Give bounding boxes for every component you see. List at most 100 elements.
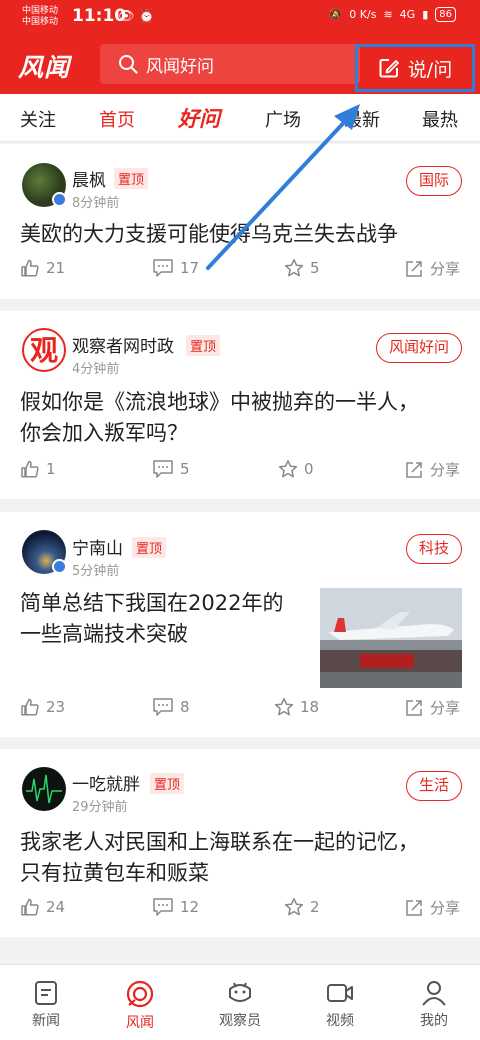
post-actions: 1 5 0 分享 bbox=[0, 459, 480, 485]
avatar[interactable]: 观 bbox=[22, 328, 66, 372]
like-button[interactable]: 23 bbox=[20, 697, 65, 717]
tab-square[interactable]: 广场 bbox=[265, 106, 301, 132]
favorite-button[interactable]: 5 bbox=[284, 258, 320, 278]
share-icon bbox=[406, 461, 422, 478]
edit-icon bbox=[379, 59, 399, 78]
mute-icon: 🔕 bbox=[328, 8, 343, 21]
app-header: 中国移动 中国移动 11:10 👁⏰ 🔕 0 K/s ≋ 4G ▮ 86 风闻 … bbox=[0, 0, 480, 94]
category-tag[interactable]: 生活 bbox=[405, 771, 462, 801]
share-button[interactable]: 分享 bbox=[404, 697, 460, 718]
post-card[interactable]: 一吃就胖 置顶 29分钟前 生活 我家老人对民国和上海联系在一起的记忆， 只有拉… bbox=[0, 749, 480, 937]
category-tag[interactable]: 风闻好问 bbox=[375, 333, 462, 363]
share-button[interactable]: 分享 bbox=[404, 459, 460, 480]
tab-hottest[interactable]: 最热 bbox=[422, 106, 458, 132]
video-icon bbox=[327, 984, 353, 1002]
share-icon bbox=[406, 699, 422, 716]
ask-button[interactable]: 说/问 bbox=[355, 44, 475, 92]
post-title[interactable]: 简单总结下我国在2022年的 一些高端技术突破 bbox=[20, 588, 283, 650]
post-card[interactable]: 观 观察者网时政 置顶 4分钟前 风闻好问 假如你是《流浪地球》中被抛弃的一半人… bbox=[0, 311, 480, 499]
post-title-line: 一些高端技术突破 bbox=[20, 622, 188, 646]
favorite-button[interactable]: 18 bbox=[274, 697, 319, 717]
like-count: 23 bbox=[46, 698, 66, 716]
pinned-badge: 置顶 bbox=[186, 335, 221, 356]
post-title-line: 你会加入叛军吗？ bbox=[20, 421, 188, 445]
comment-count: 5 bbox=[180, 460, 190, 478]
post-title-line: 假如你是《流浪地球》中被抛弃的一半人， bbox=[20, 390, 419, 414]
post-title-line: 我家老人对民国和上海联系在一起的记忆， bbox=[20, 830, 419, 854]
search-icon bbox=[119, 55, 138, 74]
comment-button[interactable]: 8 bbox=[152, 697, 190, 717]
like-count: 21 bbox=[46, 259, 66, 277]
post-title[interactable]: 假如你是《流浪地球》中被抛弃的一半人， 你会加入叛军吗？ bbox=[20, 387, 419, 449]
thumb-up-icon bbox=[21, 259, 39, 277]
app-logo[interactable]: 风闻 bbox=[18, 48, 70, 84]
post-card[interactable]: 宁南山 置顶 5分钟前 科技 简单总结下我国在2022年的 一些高端技术突破 2… bbox=[0, 512, 480, 737]
comment-icon bbox=[153, 898, 173, 916]
bottom-nav: 新闻 风闻 观察员 视频 我的 bbox=[0, 964, 480, 1040]
verified-icon bbox=[52, 559, 67, 574]
status-right: 🔕 0 K/s ≋ 4G ▮ 86 bbox=[329, 7, 456, 22]
post-title[interactable]: 我家老人对民国和上海联系在一起的记忆， 只有拉黄包车和贩菜 bbox=[20, 827, 419, 889]
search-box[interactable]: 风闻好问 bbox=[100, 44, 360, 84]
author-name[interactable]: 晨枫 bbox=[72, 166, 106, 191]
post-time: 5分钟前 bbox=[72, 564, 120, 579]
share-icon bbox=[406, 260, 422, 277]
ask-button-label: 说/问 bbox=[407, 58, 453, 81]
battery-level: 86 bbox=[435, 7, 456, 22]
tab-good-questions[interactable]: 好问 bbox=[178, 103, 220, 133]
category-tag[interactable]: 国际 bbox=[405, 166, 462, 196]
nav-profile[interactable]: 我的 bbox=[394, 979, 474, 1030]
favorite-button[interactable]: 0 bbox=[278, 459, 314, 479]
thumb-up-icon bbox=[21, 698, 39, 716]
author-name[interactable]: 一吃就胖 bbox=[72, 770, 140, 795]
post-thumbnail-image[interactable] bbox=[320, 588, 462, 688]
avatar[interactable] bbox=[22, 767, 66, 811]
nav-observer[interactable]: 观察员 bbox=[200, 979, 280, 1030]
star-icon bbox=[278, 460, 298, 478]
nav-fengwen[interactable]: 风闻 bbox=[100, 979, 180, 1032]
comment-icon bbox=[153, 698, 173, 716]
like-count: 1 bbox=[46, 460, 56, 478]
net-speed: 0 K/s bbox=[349, 8, 377, 21]
author-name[interactable]: 宁南山 bbox=[72, 534, 123, 559]
svg-text:观: 观 bbox=[30, 334, 58, 367]
verified-icon bbox=[52, 192, 67, 207]
post-title-line: 美欧的大力支援可能使得乌克兰失去战争 bbox=[20, 222, 398, 246]
star-icon bbox=[284, 259, 304, 277]
share-button[interactable]: 分享 bbox=[404, 897, 460, 918]
star-count: 18 bbox=[300, 698, 320, 716]
like-button[interactable]: 21 bbox=[20, 258, 65, 278]
tab-latest[interactable]: 最新 bbox=[344, 106, 380, 132]
favorite-button[interactable]: 2 bbox=[284, 897, 320, 917]
like-button[interactable]: 24 bbox=[20, 897, 65, 917]
nav-news[interactable]: 新闻 bbox=[6, 979, 86, 1030]
star-icon bbox=[274, 698, 294, 716]
profile-icon bbox=[422, 981, 446, 1006]
channel-tabs: 关注 首页 好问 广场 最新 最热 bbox=[0, 94, 480, 142]
comment-button[interactable]: 17 bbox=[152, 258, 199, 278]
share-label: 分享 bbox=[430, 699, 461, 717]
carrier-1: 中国移动 bbox=[22, 6, 59, 16]
wifi-icon: ≋ bbox=[383, 8, 393, 21]
author-name[interactable]: 观察者网时政 bbox=[72, 332, 174, 357]
post-actions: 24 12 2 分享 bbox=[0, 897, 480, 923]
like-count: 24 bbox=[46, 898, 66, 916]
comment-button[interactable]: 12 bbox=[152, 897, 199, 917]
star-icon bbox=[284, 898, 304, 916]
signal-icon: ▮ bbox=[422, 8, 429, 21]
category-tag[interactable]: 科技 bbox=[405, 534, 462, 564]
comment-button[interactable]: 5 bbox=[152, 459, 190, 479]
carrier-labels: 中国移动 中国移动 bbox=[22, 6, 58, 28]
tab-home[interactable]: 首页 bbox=[99, 106, 135, 132]
post-title[interactable]: 美欧的大力支援可能使得乌克兰失去战争 bbox=[20, 219, 398, 250]
star-count: 5 bbox=[310, 259, 320, 277]
comment-count: 8 bbox=[180, 698, 190, 716]
post-card[interactable]: 晨枫 置顶 8分钟前 国际 美欧的大力支援可能使得乌克兰失去战争 21 17 5… bbox=[0, 144, 480, 299]
pinned-badge: 置顶 bbox=[132, 537, 167, 558]
comment-icon bbox=[153, 259, 173, 277]
status-notification-icons: 👁⏰ bbox=[118, 9, 159, 24]
share-button[interactable]: 分享 bbox=[404, 258, 460, 279]
tab-follow[interactable]: 关注 bbox=[20, 106, 56, 132]
nav-video[interactable]: 视频 bbox=[300, 979, 380, 1030]
like-button[interactable]: 1 bbox=[20, 459, 56, 479]
